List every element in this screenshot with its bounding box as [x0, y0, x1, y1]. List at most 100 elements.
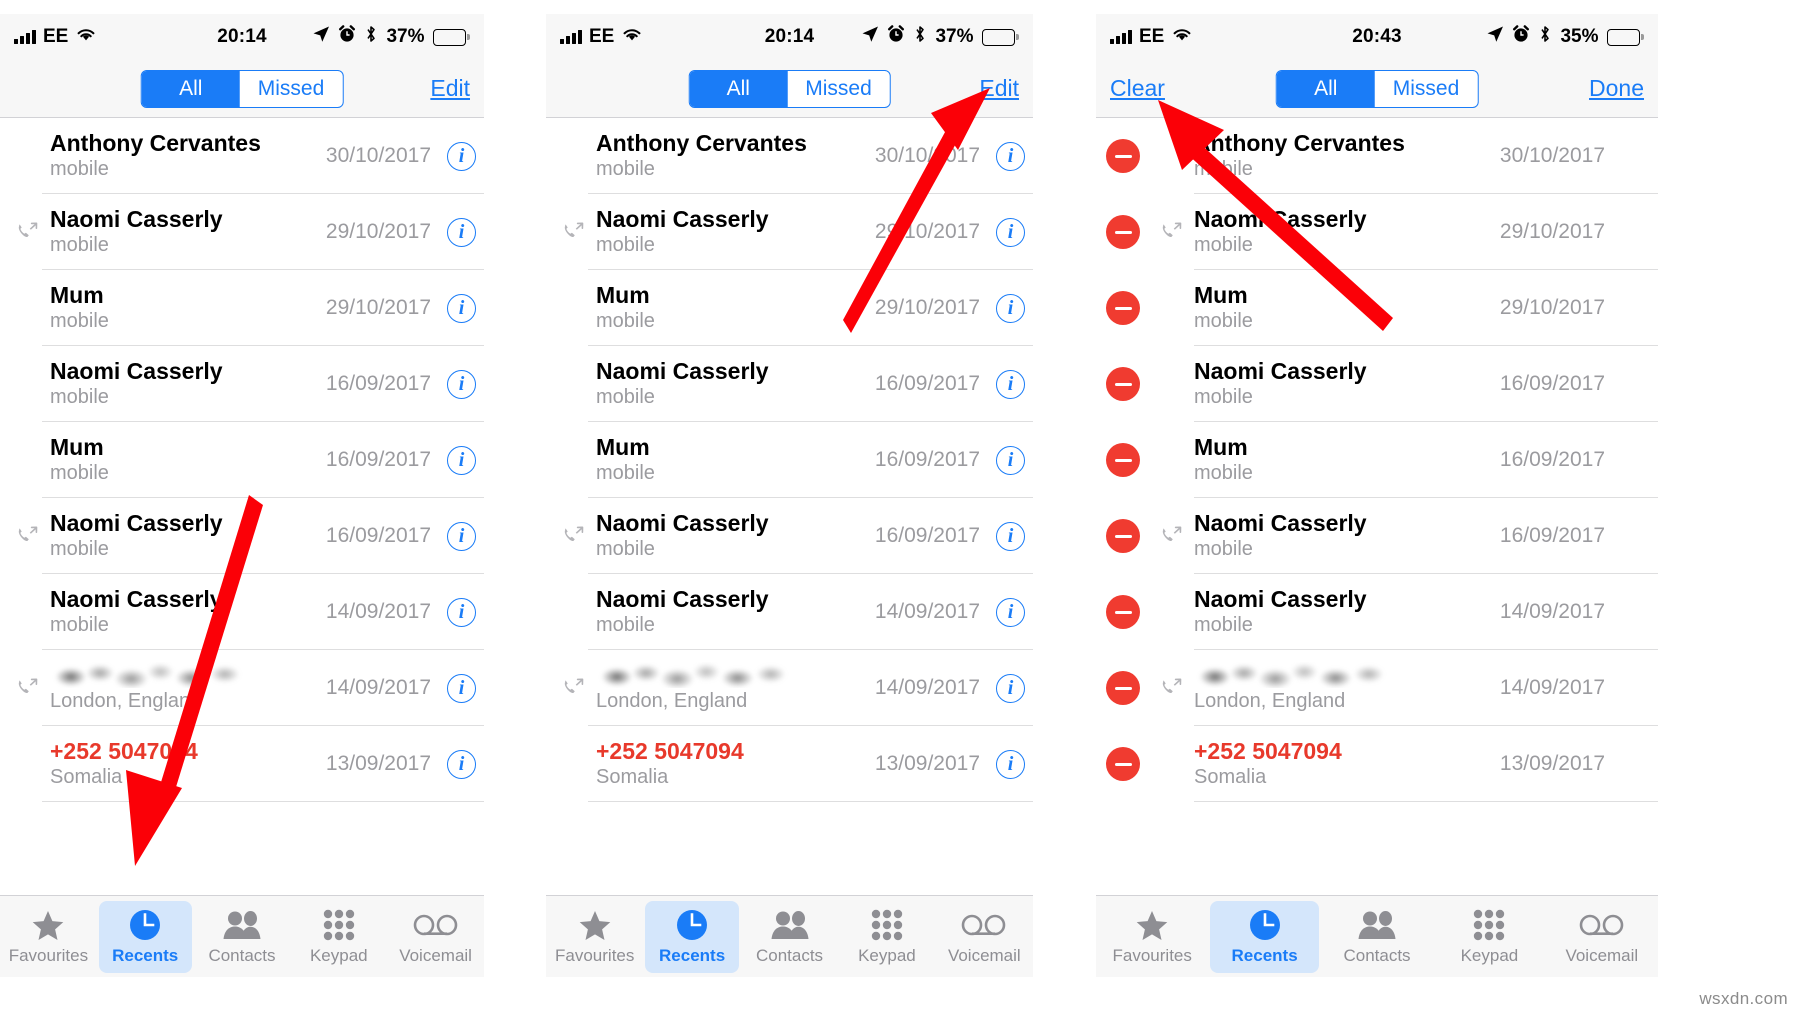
clear-button[interactable]: Clear	[1110, 75, 1165, 102]
call-log-row[interactable]: London, England14/09/2017i	[546, 650, 1033, 726]
segment-all[interactable]: All	[141, 70, 240, 107]
tab-favourites[interactable]: Favourites	[1098, 901, 1206, 973]
edit-button[interactable]: Edit	[430, 75, 470, 102]
tab-contacts[interactable]: Contacts	[196, 901, 289, 973]
call-log-row[interactable]: Naomi Casserlymobile14/09/2017i	[546, 574, 1033, 650]
delete-call-button[interactable]	[1106, 671, 1140, 705]
call-info-button[interactable]: i	[996, 369, 1025, 399]
call-log-row[interactable]: Naomi Casserlymobile16/09/2017i	[0, 346, 484, 422]
call-log-row[interactable]: Naomi Casserlymobile16/09/2017i	[1096, 346, 1658, 422]
segment-all[interactable]: All	[689, 70, 788, 107]
call-info-button[interactable]: i	[447, 521, 476, 551]
tab-contacts[interactable]: Contacts	[743, 901, 836, 973]
call-log-row[interactable]: Anthony Cervantesmobile30/10/2017i	[0, 118, 484, 194]
location-arrow-icon	[861, 25, 879, 49]
call-info-button[interactable]: i	[447, 369, 476, 399]
status-bar: EE 20:43 35%	[1096, 14, 1658, 60]
clock-icon	[1248, 908, 1282, 942]
call-filter-segmented-control[interactable]: All Missed	[1275, 69, 1479, 108]
tab-label: Keypad	[1460, 945, 1519, 965]
call-info-button[interactable]: i	[447, 597, 476, 627]
call-date: 16/09/2017	[874, 448, 980, 471]
tab-favourites[interactable]: Favourites	[2, 901, 95, 973]
delete-call-button[interactable]	[1106, 443, 1140, 477]
call-log-row[interactable]: Mummobile29/10/2017i	[1096, 270, 1658, 346]
wifi-icon	[75, 26, 97, 48]
call-info-button[interactable]: i	[996, 749, 1025, 779]
call-log-row[interactable]: Naomi Casserlymobile29/10/2017i	[0, 194, 484, 270]
tab-keypad[interactable]: Keypad	[840, 901, 933, 973]
tab-recents[interactable]: Recents	[645, 900, 739, 973]
delete-call-button[interactable]	[1106, 139, 1140, 173]
call-info-button[interactable]: i	[996, 293, 1025, 323]
call-log-row[interactable]: London, England14/09/2017i	[1096, 650, 1658, 726]
recent-calls-list: Anthony Cervantesmobile30/10/2017iNaomi …	[1096, 118, 1658, 802]
delete-call-button[interactable]	[1106, 595, 1140, 629]
call-info-button[interactable]: i	[996, 521, 1025, 551]
call-log-row[interactable]: Naomi Casserlymobile16/09/2017i	[1096, 498, 1658, 574]
call-log-row[interactable]: Naomi Casserlymobile14/09/2017i	[0, 574, 484, 650]
tab-keypad[interactable]: Keypad	[292, 901, 385, 973]
delete-call-button[interactable]	[1106, 215, 1140, 249]
segment-missed[interactable]: Missed	[240, 71, 343, 107]
call-log-row[interactable]: Naomi Casserlymobile29/10/2017i	[1096, 194, 1658, 270]
delete-call-button[interactable]	[1106, 367, 1140, 401]
call-log-row[interactable]: +252 5047094Somalia13/09/2017i	[1096, 726, 1658, 802]
tab-favourites[interactable]: Favourites	[548, 901, 641, 973]
call-info-button[interactable]: i	[447, 445, 476, 475]
call-filter-segmented-control[interactable]: All Missed	[688, 69, 891, 108]
call-info-button[interactable]: i	[996, 141, 1025, 171]
call-log-row[interactable]: Naomi Casserlymobile14/09/2017i	[1096, 574, 1658, 650]
outgoing-call-icon	[560, 522, 588, 550]
call-log-row[interactable]: Naomi Casserlymobile29/10/2017i	[546, 194, 1033, 270]
delete-call-button[interactable]	[1106, 519, 1140, 553]
call-info-button[interactable]: i	[447, 141, 476, 171]
call-log-row[interactable]: Naomi Casserlymobile16/09/2017i	[546, 346, 1033, 422]
done-button[interactable]: Done	[1589, 75, 1644, 102]
call-info-button[interactable]: i	[996, 217, 1025, 247]
battery-percent-label: 37%	[386, 26, 425, 47]
tab-contacts[interactable]: Contacts	[1323, 901, 1431, 973]
caller-name: Naomi Casserly	[50, 205, 223, 232]
tab-label: Contacts	[208, 945, 276, 965]
tab-recents[interactable]: Recents	[98, 900, 192, 973]
call-log-row[interactable]: Anthony Cervantesmobile30/10/2017i	[546, 118, 1033, 194]
call-log-row[interactable]: Mummobile16/09/2017i	[546, 422, 1033, 498]
delete-call-button[interactable]	[1106, 291, 1140, 325]
call-info-button[interactable]: i	[996, 597, 1025, 627]
status-right: 37%	[861, 25, 1019, 49]
status-left: EE	[1110, 26, 1193, 48]
call-log-row[interactable]: +252 5047094Somalia13/09/2017i	[546, 726, 1033, 802]
call-log-row[interactable]: London, England14/09/2017i	[0, 650, 484, 726]
call-info-button[interactable]: i	[996, 673, 1025, 703]
call-log-row[interactable]: Naomi Casserlymobile16/09/2017i	[0, 498, 484, 574]
tab-label: Favourites	[555, 945, 635, 965]
delete-call-button[interactable]	[1106, 747, 1140, 781]
tab-keypad[interactable]: Keypad	[1435, 901, 1543, 973]
call-info-button[interactable]: i	[447, 673, 476, 703]
tab-voicemail[interactable]: Voicemail	[1548, 901, 1656, 973]
call-log-row[interactable]: Mummobile16/09/2017i	[0, 422, 484, 498]
call-filter-segmented-control[interactable]: All Missed	[140, 69, 344, 108]
call-log-row[interactable]: Mummobile29/10/2017i	[546, 270, 1033, 346]
call-date: 16/09/2017	[325, 372, 431, 395]
battery-icon	[432, 28, 470, 46]
call-log-row[interactable]: Anthony Cervantesmobile30/10/2017i	[1096, 118, 1658, 194]
call-log-row[interactable]: Mummobile16/09/2017i	[1096, 422, 1658, 498]
call-info-button[interactable]: i	[447, 217, 476, 247]
segment-missed[interactable]: Missed	[1375, 71, 1478, 107]
call-info-button[interactable]: i	[996, 445, 1025, 475]
segment-all[interactable]: All	[1276, 70, 1375, 107]
call-log-row[interactable]: Mummobile29/10/2017i	[0, 270, 484, 346]
call-log-row[interactable]: +252 5047094Somalia13/09/2017i	[0, 726, 484, 802]
call-log-row[interactable]: Naomi Casserlymobile16/09/2017i	[546, 498, 1033, 574]
segment-missed[interactable]: Missed	[787, 71, 890, 107]
tab-voicemail[interactable]: Voicemail	[938, 901, 1031, 973]
tab-recents[interactable]: Recents	[1210, 900, 1319, 973]
status-left: EE	[14, 26, 97, 48]
call-info-button[interactable]: i	[447, 749, 476, 779]
call-info-button[interactable]: i	[447, 293, 476, 323]
call-label: mobile	[50, 538, 109, 561]
edit-button[interactable]: Edit	[979, 75, 1019, 102]
tab-voicemail[interactable]: Voicemail	[389, 901, 482, 973]
